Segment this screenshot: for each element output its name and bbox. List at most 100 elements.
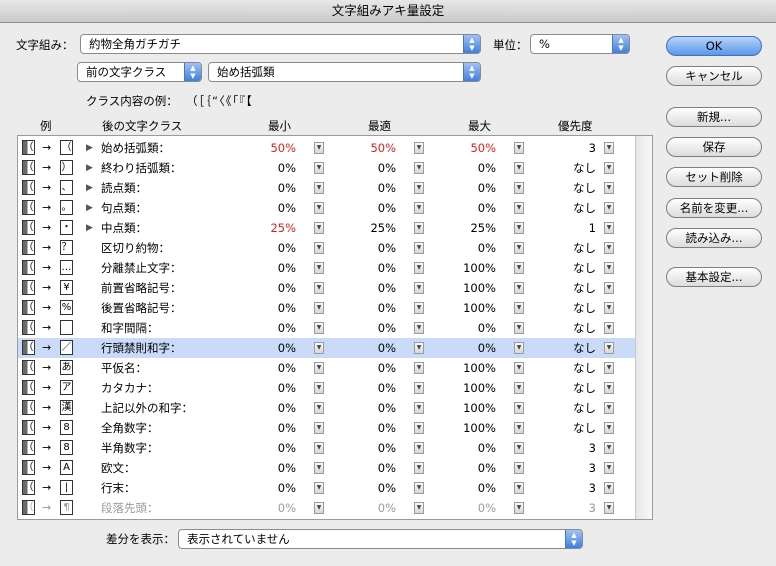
- value-opt[interactable]: 0%: [336, 358, 396, 378]
- value-pri[interactable]: なし: [536, 338, 596, 358]
- value-max[interactable]: 0%: [436, 478, 496, 498]
- value-pri[interactable]: なし: [536, 318, 596, 338]
- value-min[interactable]: 0%: [236, 238, 296, 258]
- stepper-icon[interactable]: ▼: [604, 482, 614, 494]
- value-min[interactable]: 0%: [236, 438, 296, 458]
- value-min[interactable]: 50%: [236, 138, 296, 158]
- stepper-icon[interactable]: ▼: [414, 382, 424, 394]
- disclosure-triangle-icon[interactable]: ▶: [86, 138, 93, 158]
- stepper-icon[interactable]: ▼: [514, 362, 524, 374]
- stepper-icon[interactable]: ▼: [314, 242, 324, 254]
- stepper-icon[interactable]: ▼: [414, 302, 424, 314]
- value-min[interactable]: 0%: [236, 198, 296, 218]
- value-min[interactable]: 0%: [236, 258, 296, 278]
- stepper-icon[interactable]: ▼: [314, 462, 324, 474]
- stepper-icon[interactable]: ▼: [514, 262, 524, 274]
- table-row[interactable]: （ → ・ ▶ 中点類： 25% ▼ 25% ▼ 25% ▼ 1 ▼: [18, 218, 635, 238]
- stepper-icon[interactable]: ▼: [414, 342, 424, 354]
- stepper-icon[interactable]: ▼: [314, 402, 324, 414]
- value-pri[interactable]: なし: [536, 158, 596, 178]
- value-max[interactable]: 100%: [436, 378, 496, 398]
- value-min[interactable]: 0%: [236, 458, 296, 478]
- stepper-icon[interactable]: ▼: [604, 142, 614, 154]
- value-max[interactable]: 0%: [436, 498, 496, 518]
- stepper-icon[interactable]: ▼: [414, 402, 424, 414]
- value-opt[interactable]: 0%: [336, 378, 396, 398]
- value-opt[interactable]: 25%: [336, 218, 396, 238]
- value-opt[interactable]: 0%: [336, 338, 396, 358]
- table-row[interactable]: （ → | 行末： 0% ▼ 0% ▼ 0% ▼ 3 ▼: [18, 478, 635, 498]
- stepper-icon[interactable]: ▼: [514, 222, 524, 234]
- value-opt[interactable]: 0%: [336, 178, 396, 198]
- value-opt[interactable]: 0%: [336, 258, 396, 278]
- value-max[interactable]: 0%: [436, 238, 496, 258]
- stepper-icon[interactable]: ▼: [604, 262, 614, 274]
- value-max[interactable]: 0%: [436, 178, 496, 198]
- stepper-icon[interactable]: ▼: [514, 502, 524, 514]
- value-min[interactable]: 0%: [236, 178, 296, 198]
- stepper-icon[interactable]: ▼: [314, 142, 324, 154]
- prev-class-popup[interactable]: 前の文字クラス ▲ ▼: [77, 62, 202, 82]
- basic-settings-button[interactable]: 基本設定...: [666, 267, 762, 287]
- stepper-icon[interactable]: ▼: [514, 462, 524, 474]
- stepper-icon[interactable]: ▼: [514, 482, 524, 494]
- diff-popup[interactable]: 表示されていません ▲ ▼: [178, 529, 583, 549]
- value-max[interactable]: 0%: [436, 438, 496, 458]
- stepper-icon[interactable]: ▼: [604, 342, 614, 354]
- stepper-icon[interactable]: ▼: [414, 142, 424, 154]
- value-opt[interactable]: 0%: [336, 158, 396, 178]
- value-max[interactable]: 100%: [436, 258, 496, 278]
- stepper-icon[interactable]: ▼: [514, 382, 524, 394]
- stepper-icon[interactable]: ▼: [604, 382, 614, 394]
- save-button[interactable]: 保存: [666, 137, 762, 157]
- disclosure-triangle-icon[interactable]: ▶: [86, 198, 93, 218]
- stepper-icon[interactable]: ▼: [414, 422, 424, 434]
- value-pri[interactable]: 3: [536, 498, 596, 518]
- stepper-icon[interactable]: ▼: [414, 162, 424, 174]
- stepper-icon[interactable]: ▼: [414, 262, 424, 274]
- stepper-icon[interactable]: ▼: [604, 162, 614, 174]
- stepper-icon[interactable]: ▼: [604, 202, 614, 214]
- value-pri[interactable]: なし: [536, 198, 596, 218]
- stepper-icon[interactable]: ▼: [414, 482, 424, 494]
- value-pri[interactable]: なし: [536, 378, 596, 398]
- vertical-scrollbar[interactable]: [635, 136, 652, 519]
- stepper-icon[interactable]: ▼: [314, 162, 324, 174]
- value-min[interactable]: 0%: [236, 158, 296, 178]
- mojigumi-popup[interactable]: 約物全角ガチガチ ▲ ▼: [80, 34, 481, 54]
- value-min[interactable]: 0%: [236, 358, 296, 378]
- unit-popup[interactable]: % ▲ ▼: [530, 34, 630, 54]
- value-min[interactable]: 0%: [236, 418, 296, 438]
- stepper-icon[interactable]: ▼: [314, 222, 324, 234]
- value-max[interactable]: 0%: [436, 458, 496, 478]
- stepper-icon[interactable]: ▼: [414, 182, 424, 194]
- value-opt[interactable]: 0%: [336, 418, 396, 438]
- value-opt[interactable]: 0%: [336, 318, 396, 338]
- stepper-icon[interactable]: ▼: [514, 322, 524, 334]
- table-row[interactable]: （ → ¥ 前置省略記号： 0% ▼ 0% ▼ 100% ▼ なし ▼: [18, 278, 635, 298]
- stepper-icon[interactable]: ▼: [314, 342, 324, 354]
- value-pri[interactable]: 1: [536, 218, 596, 238]
- stepper-icon[interactable]: ▼: [314, 182, 324, 194]
- table-row[interactable]: （ → ？ 区切り約物： 0% ▼ 0% ▼ 0% ▼ なし ▼: [18, 238, 635, 258]
- value-max[interactable]: 100%: [436, 398, 496, 418]
- value-min[interactable]: 0%: [236, 338, 296, 358]
- stepper-icon[interactable]: ▼: [514, 422, 524, 434]
- stepper-icon[interactable]: ▼: [604, 242, 614, 254]
- value-opt[interactable]: 0%: [336, 438, 396, 458]
- value-min[interactable]: 0%: [236, 298, 296, 318]
- stepper-icon[interactable]: ▼: [414, 282, 424, 294]
- stepper-icon[interactable]: ▼: [514, 402, 524, 414]
- disclosure-triangle-icon[interactable]: ▶: [86, 158, 93, 178]
- value-max[interactable]: 0%: [436, 318, 496, 338]
- value-pri[interactable]: なし: [536, 238, 596, 258]
- stepper-icon[interactable]: ▼: [314, 442, 324, 454]
- stepper-icon[interactable]: ▼: [514, 142, 524, 154]
- value-pri[interactable]: なし: [536, 178, 596, 198]
- stepper-icon[interactable]: ▼: [514, 182, 524, 194]
- value-min[interactable]: 25%: [236, 218, 296, 238]
- stepper-icon[interactable]: ▼: [314, 322, 324, 334]
- value-max[interactable]: 100%: [436, 278, 496, 298]
- disclosure-triangle-icon[interactable]: ▶: [86, 178, 93, 198]
- stepper-icon[interactable]: ▼: [514, 242, 524, 254]
